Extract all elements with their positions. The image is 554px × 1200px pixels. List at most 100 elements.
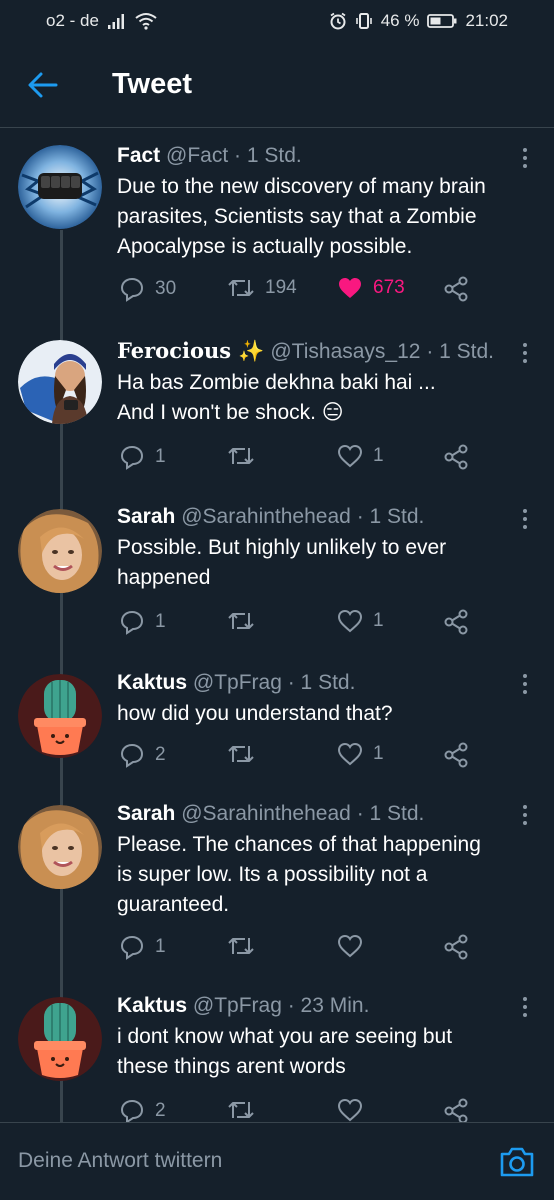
reply-button[interactable]: 2 [119, 1098, 166, 1122]
tweet-text: i dont know what you are seeing but thes… [117, 1022, 524, 1082]
reply-count: 30 [155, 278, 177, 299]
tweet-line: parasites, Scientists say that a Zombie [117, 205, 477, 228]
retweet-icon [228, 448, 254, 464]
tweet-line: Possible. But highly unlikely to ever [117, 536, 447, 559]
timestamp: · 1 Std. [356, 505, 425, 528]
cactus-avatar [18, 997, 102, 1081]
retweet-button[interactable]: 194 [227, 276, 297, 300]
share-icon [444, 609, 468, 635]
like-count: 1 [373, 743, 384, 764]
more-vertical-icon[interactable] [520, 341, 530, 365]
avatar[interactable] [18, 674, 102, 758]
share-button[interactable] [443, 1098, 469, 1122]
handle[interactable]: @TpFrag [193, 671, 282, 694]
handle[interactable]: @Tishasays_12 [270, 340, 420, 363]
display-name[interactable]: Sarah [117, 802, 175, 825]
share-button[interactable] [443, 934, 469, 960]
retweet-icon [228, 1102, 254, 1118]
more-vertical-icon[interactable] [520, 146, 530, 170]
reply-input[interactable] [18, 1149, 438, 1173]
reply-count: 2 [155, 744, 166, 765]
tweet-actions: 2 [117, 1098, 477, 1122]
more-vertical-icon[interactable] [520, 995, 530, 1019]
share-icon [444, 934, 468, 960]
tweet-text: Ha bas Zombie dekhna baki hai ... And I … [117, 368, 524, 428]
like-button[interactable]: 1 [337, 444, 384, 468]
like-button[interactable]: 673 [337, 276, 405, 300]
tweet-header: Ferocious ✨ @Tishasays_12 · 1 Std. [117, 338, 524, 365]
display-name[interactable]: Fact [117, 144, 160, 167]
tweet-header: Sarah @Sarahinthehead · 1 Std. [117, 504, 524, 530]
share-icon [444, 276, 468, 302]
reply-composer [0, 1122, 554, 1200]
heart-icon [337, 609, 363, 633]
wifi-icon [135, 13, 157, 30]
reply-button[interactable]: 1 [119, 444, 166, 470]
more-vertical-icon[interactable] [520, 672, 530, 696]
reply-button[interactable]: 2 [119, 742, 166, 768]
like-button[interactable]: 1 [337, 609, 384, 633]
camera-icon[interactable] [498, 1145, 536, 1179]
retweet-icon [228, 938, 254, 954]
user-photo-avatar [18, 340, 102, 424]
reply-button[interactable]: 30 [119, 276, 176, 302]
tweet-header: Kaktus @TpFrag · 23 Min. [117, 993, 524, 1019]
more-vertical-icon[interactable] [520, 507, 530, 531]
share-button[interactable] [443, 609, 469, 635]
share-icon [444, 444, 468, 470]
like-count: 1 [373, 445, 384, 466]
tweet-actions: 2 1 [117, 742, 477, 772]
retweet-button[interactable] [227, 742, 265, 766]
tweet-actions: 1 [117, 934, 477, 964]
share-button[interactable] [443, 444, 469, 470]
avatar[interactable] [18, 509, 102, 593]
handle[interactable]: @Fact [166, 144, 228, 167]
reply-count: 2 [155, 1100, 166, 1121]
tweet-text: how did you understand that? [117, 699, 524, 729]
more-vertical-icon[interactable] [520, 803, 530, 827]
reply-icon [120, 610, 144, 635]
reply-button[interactable]: 1 [119, 609, 166, 635]
tweet-text: Possible. But highly unlikely to ever ha… [117, 533, 524, 593]
timestamp: · 1 Std. [426, 340, 495, 363]
share-button[interactable] [443, 276, 469, 302]
tweet-header: Kaktus @TpFrag · 1 Std. [117, 670, 524, 696]
avatar[interactable] [18, 145, 102, 229]
tweet-line: And I won't be shock. 😑 [117, 401, 344, 424]
display-name[interactable]: Ferocious ✨ [117, 338, 265, 363]
retweet-button[interactable] [227, 444, 265, 468]
display-name[interactable]: Sarah [117, 505, 175, 528]
tweet-line: how did you understand that? [117, 702, 393, 725]
display-name[interactable]: Kaktus [117, 994, 187, 1017]
app-bar: Tweet [0, 42, 554, 128]
display-name[interactable]: Kaktus [117, 671, 187, 694]
heart-icon [337, 934, 363, 958]
tweet-text: Please. The chances of that happening is… [117, 830, 524, 920]
reply-count: 1 [155, 446, 166, 467]
avatar[interactable] [18, 340, 102, 424]
share-button[interactable] [443, 742, 469, 768]
reply-icon [120, 445, 144, 470]
fact-logo-avatar [18, 145, 102, 229]
retweet-button[interactable] [227, 934, 265, 958]
tweet-thread: Fact @Fact · 1 Std. Due to the new disco… [0, 128, 554, 1122]
reply-count: 1 [155, 936, 166, 957]
timestamp: · 23 Min. [287, 994, 370, 1017]
avatar[interactable] [18, 805, 102, 889]
retweet-button[interactable] [227, 609, 265, 633]
tweet-line: happened [117, 566, 211, 589]
avatar[interactable] [18, 997, 102, 1081]
tweet-line: these things arent words [117, 1055, 346, 1078]
handle[interactable]: @Sarahinthehead [181, 505, 351, 528]
like-button[interactable] [337, 1098, 373, 1122]
handle[interactable]: @Sarahinthehead [181, 802, 351, 825]
share-icon [444, 1098, 468, 1122]
like-button[interactable] [337, 934, 373, 958]
like-button[interactable]: 1 [337, 742, 384, 766]
reply-count: 1 [155, 611, 166, 632]
handle[interactable]: @TpFrag [193, 994, 282, 1017]
arrow-left-icon[interactable] [26, 70, 60, 100]
page-title: Tweet [112, 68, 193, 100]
retweet-button[interactable] [227, 1098, 265, 1122]
reply-button[interactable]: 1 [119, 934, 166, 960]
